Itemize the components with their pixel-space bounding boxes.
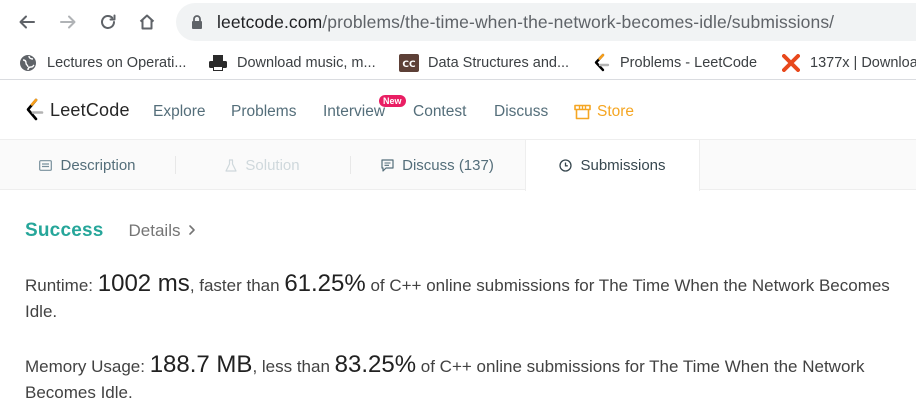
nav-discuss[interactable]: Discuss: [494, 103, 548, 121]
nav-explore[interactable]: Explore: [153, 103, 206, 121]
memory-percent: 83.25%: [334, 351, 417, 378]
nav-store[interactable]: Store: [574, 103, 634, 121]
document-icon: [39, 159, 53, 171]
memory-stat: Memory Usage: 188.7 MB, less than 83.25%…: [25, 352, 910, 406]
lock-icon: [192, 15, 202, 29]
home-button[interactable]: [133, 8, 161, 36]
bookmark-download-music[interactable]: Download music, m...: [208, 52, 376, 74]
runtime-value: 1002 ms: [97, 270, 190, 297]
tab-label: Solution: [245, 156, 300, 174]
address-bar[interactable]: leetcode.com/problems/the-time-when-the-…: [176, 3, 916, 41]
details-link[interactable]: Details: [129, 221, 181, 241]
bookmark-lectures[interactable]: Lectures on Operati...: [18, 52, 186, 74]
tab-submissions[interactable]: Submissions: [525, 140, 700, 191]
tab-description[interactable]: Description: [0, 140, 175, 190]
bookmark-leetcode-problems[interactable]: Problems - LeetCode: [591, 52, 757, 74]
back-arrow-icon: [19, 15, 35, 29]
tab-label: Description: [60, 156, 136, 174]
url-text: leetcode.com/problems/the-time-when-the-…: [217, 12, 834, 33]
leetcode-navbar: LeetCode Explore Problems Interview New …: [0, 81, 916, 140]
leetcode-logo-icon: [26, 98, 44, 121]
bookmark-label: 1377x | Downloa: [810, 55, 916, 71]
bookmark-label: Download music, m...: [237, 55, 376, 71]
x-logo-icon: [781, 53, 801, 73]
flask-icon: [225, 158, 237, 172]
printer-icon: [208, 53, 228, 73]
bookmark-1377x[interactable]: 1377x | Downloa: [781, 52, 916, 74]
runtime-label: Runtime:: [25, 276, 98, 295]
nav-interview[interactable]: Interview: [323, 103, 385, 121]
forward-button[interactable]: [54, 8, 82, 36]
cc-icon: CC: [399, 53, 419, 73]
runtime-stat: Runtime: 1002 ms, faster than 61.25% of …: [25, 271, 910, 325]
chevron-right-icon[interactable]: [188, 224, 196, 236]
clock-icon: [559, 159, 573, 172]
nav-problems[interactable]: Problems: [231, 103, 296, 121]
nav-contest[interactable]: Contest: [413, 103, 466, 121]
tab-label: Submissions: [580, 157, 666, 174]
bookmark-label: Data Structures and...: [428, 55, 570, 71]
chat-icon: [381, 158, 394, 172]
reload-icon: [101, 14, 116, 29]
new-badge: New: [379, 95, 406, 107]
memory-label: Memory Usage:: [25, 357, 150, 376]
leetcode-icon: [591, 53, 611, 73]
runtime-percent: 61.25%: [284, 270, 366, 297]
tab-solution[interactable]: Solution: [175, 140, 350, 190]
svg-text:CC: CC: [402, 60, 416, 70]
reload-button[interactable]: [94, 8, 122, 36]
bookmark-label: Problems - LeetCode: [620, 55, 758, 71]
browser-toolbar: leetcode.com/problems/the-time-when-the-…: [0, 0, 916, 44]
url-path: /problems/the-time-when-the-network-beco…: [322, 12, 835, 32]
memory-mid: , less than: [252, 357, 335, 376]
problem-tabs: Description Solution Discuss (137) Submi…: [0, 140, 916, 191]
tab-label: Discuss (137): [402, 156, 494, 174]
forward-arrow-icon: [60, 15, 76, 29]
leetcode-logo[interactable]: LeetCode: [24, 98, 130, 122]
bookmark-label: Lectures on Operati...: [47, 55, 187, 71]
runtime-mid: , faster than: [189, 276, 285, 295]
url-host: leetcode.com: [217, 12, 323, 32]
home-icon: [139, 14, 155, 30]
bookmarks-bar: Lectures on Operati... Download music, m…: [0, 44, 916, 80]
tab-discuss[interactable]: Discuss (137): [350, 140, 525, 190]
status-success: Success: [25, 220, 104, 241]
globe-icon: [18, 53, 38, 73]
store-icon: [574, 104, 591, 120]
logo-text: LeetCode: [50, 99, 130, 120]
memory-value: 188.7 MB: [149, 351, 253, 378]
submission-status: Success Details: [25, 220, 196, 242]
back-button[interactable]: [13, 8, 41, 36]
store-label: Store: [597, 103, 635, 120]
bookmark-data-structures[interactable]: CC Data Structures and...: [399, 52, 569, 74]
